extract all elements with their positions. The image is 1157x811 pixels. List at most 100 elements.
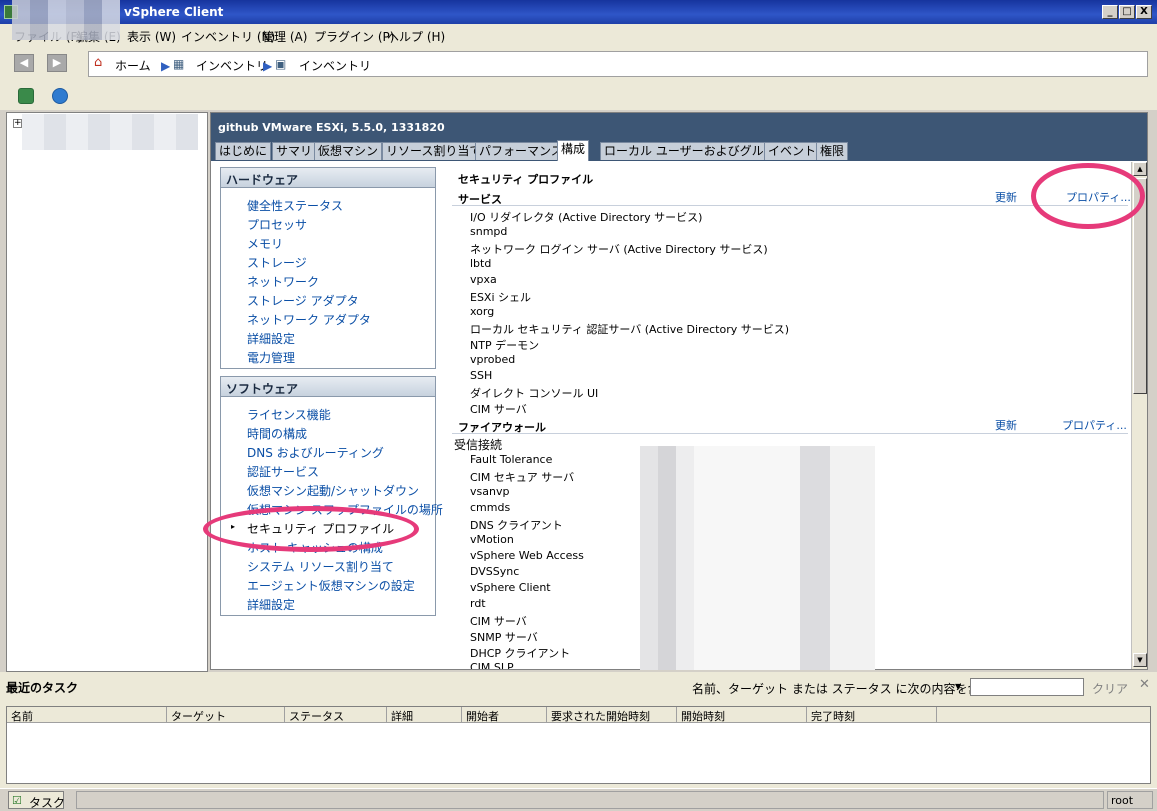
menu-plugins[interactable]: プラグイン (P) [314, 28, 394, 45]
vertical-scrollbar[interactable]: ▲ ▼ [1131, 162, 1147, 669]
hw-networking[interactable]: ネットワーク [247, 273, 319, 290]
minimize-button[interactable]: _ [1102, 5, 1118, 19]
breadcrumb-inventory-1[interactable]: インベントリ [196, 57, 268, 74]
tasks-icon: ☑ [12, 794, 22, 807]
title-bar: vSphere Client _ □ X [0, 0, 1157, 24]
tab-getting-started[interactable]: はじめに [215, 142, 272, 160]
service-item: CIM サーバ [470, 403, 527, 416]
back-icon[interactable]: ◀ [14, 54, 34, 72]
tasks-button[interactable]: ☑ タスク [8, 791, 66, 810]
firewall-item: CIM セキュア サーバ [470, 471, 575, 484]
firewall-properties-link[interactable]: プロパティ... [1062, 417, 1127, 433]
service-item: snmpd [470, 225, 508, 238]
user-field: root [1107, 791, 1153, 809]
firewall-item: vSphere Client [470, 581, 551, 594]
column-header[interactable]: ターゲット [167, 707, 285, 723]
toolbar [0, 82, 1157, 110]
tab-vms[interactable]: 仮想マシン [314, 142, 383, 160]
column-header[interactable]: 要求された開始時刻 [547, 707, 677, 723]
sw-agent-vm-settings[interactable]: エージェント仮想マシンの設定 [247, 577, 415, 594]
host-title: github VMware ESXi, 5.5.0, 1331820 [218, 121, 445, 134]
hw-storage[interactable]: ストレージ [247, 254, 307, 271]
tab-summary[interactable]: サマリ [272, 142, 317, 160]
highlight-oval [1031, 163, 1145, 229]
service-item: ネットワーク ログイン サーバ (Active Directory サービス) [470, 243, 768, 256]
firewall-item: vMotion [470, 533, 514, 546]
recent-tasks-title: 最近のタスク [6, 681, 79, 695]
divider [452, 205, 1128, 206]
column-header[interactable]: 詳細 [387, 707, 462, 723]
home-icon[interactable]: ⌂ [94, 55, 102, 70]
firewall-item: CIM SLP [470, 661, 514, 669]
sw-dns-routing[interactable]: DNS およびルーティング [247, 444, 384, 461]
firewall-item: DNS クライアント [470, 519, 563, 532]
firewall-item: rdt [470, 597, 486, 610]
sw-licensed-features[interactable]: ライセンス機能 [247, 406, 331, 423]
hw-network-adapters[interactable]: ネットワーク アダプタ [247, 311, 371, 328]
chevron-right-icon: ▶ [161, 59, 171, 73]
menu-admin[interactable]: 管理 (A) [262, 28, 307, 45]
service-item: I/O リダイレクタ (Active Directory サービス) [470, 211, 703, 224]
breadcrumb-home[interactable]: ホーム [115, 57, 151, 74]
menu-bar: ファイル (F) 編集 (E) 表示 (W) インベントリ (N) 管理 (A)… [0, 24, 1157, 46]
column-header-filler [937, 707, 1150, 723]
clear-button[interactable]: クリア [1092, 680, 1128, 697]
sw-system-resources[interactable]: システム リソース割り当て [247, 558, 394, 575]
service-item: ローカル セキュリティ 認証サーバ (Active Directory サービス… [470, 323, 790, 336]
menu-help[interactable]: ヘルプ (H) [387, 28, 445, 45]
add-host-icon[interactable] [18, 88, 34, 104]
tab-events[interactable]: イベント [764, 142, 821, 160]
hw-power-management[interactable]: 電力管理 [247, 349, 295, 366]
tasks-button-label: タスク [29, 796, 66, 810]
column-header[interactable]: 開始者 [462, 707, 547, 723]
service-item: lbtd [470, 257, 492, 270]
tab-resource-allocation[interactable]: リソース割り当て [382, 142, 486, 160]
hw-storage-adapters[interactable]: ストレージ アダプタ [247, 292, 359, 309]
sw-advanced-settings[interactable]: 詳細設定 [247, 596, 295, 613]
chevron-right-icon: ▶ [263, 59, 273, 73]
column-header[interactable]: 完了時刻 [807, 707, 937, 723]
status-bar: ☑ タスク root [0, 788, 1157, 811]
hw-processors[interactable]: プロセッサ [247, 216, 307, 233]
sw-vm-startup[interactable]: 仮想マシン起動/シャットダウン [247, 482, 419, 499]
tab-performance[interactable]: パフォーマンス [475, 142, 567, 160]
maximize-button[interactable]: □ [1119, 5, 1135, 19]
tab-configuration[interactable]: 構成 [557, 140, 590, 161]
security-profile-title: セキュリティ プロファイル [458, 173, 594, 186]
tab-local-users[interactable]: ローカル ユーザーおよびグループ [600, 142, 791, 160]
chevron-down-icon[interactable]: ▼ [955, 682, 961, 691]
breadcrumb-inventory-2[interactable]: インベントリ [299, 57, 371, 74]
firewall-item: SNMP サーバ [470, 631, 538, 644]
service-item: xorg [470, 305, 495, 318]
forward-icon[interactable]: ▶ [47, 54, 67, 72]
add-cluster-icon[interactable] [52, 88, 68, 104]
firewall-item: vSphere Web Access [470, 549, 584, 562]
service-item: NTP デーモン [470, 339, 540, 352]
firewall-item: cmmds [470, 501, 511, 514]
services-refresh-link[interactable]: 更新 [995, 189, 1017, 205]
hw-memory[interactable]: メモリ [247, 235, 283, 252]
service-item: vprobed [470, 353, 516, 366]
sw-auth-services[interactable]: 認証サービス [247, 463, 319, 480]
hw-health-status[interactable]: 健全性ステータス [247, 197, 343, 214]
scroll-up-icon[interactable]: ▲ [1133, 162, 1147, 176]
scroll-down-icon[interactable]: ▼ [1133, 653, 1147, 667]
close-icon[interactable]: ✕ [1139, 677, 1150, 692]
task-filter-label: 名前、ターゲット または ステータス に次の内容を含む: [692, 682, 996, 696]
firewall-item: CIM サーバ [470, 615, 527, 628]
close-button[interactable]: X [1136, 5, 1152, 19]
sw-time-configuration[interactable]: 時間の構成 [247, 425, 307, 442]
firewall-refresh-link[interactable]: 更新 [995, 417, 1017, 433]
menu-view[interactable]: 表示 (W) [127, 28, 176, 45]
inventory-icon: ▦ [173, 57, 185, 71]
column-header[interactable]: 開始時刻 [677, 707, 807, 723]
firewall-item: vsanvp [470, 485, 510, 498]
server-icon: ▣ [275, 57, 287, 71]
inventory-tree: + [6, 112, 208, 672]
hw-advanced-settings[interactable]: 詳細設定 [247, 330, 295, 347]
task-filter-input[interactable] [970, 678, 1084, 696]
tab-permissions[interactable]: 権限 [816, 142, 849, 160]
expand-icon[interactable]: + [13, 119, 22, 128]
column-header[interactable]: ステータス [285, 707, 387, 723]
column-header[interactable]: 名前 [7, 707, 167, 723]
